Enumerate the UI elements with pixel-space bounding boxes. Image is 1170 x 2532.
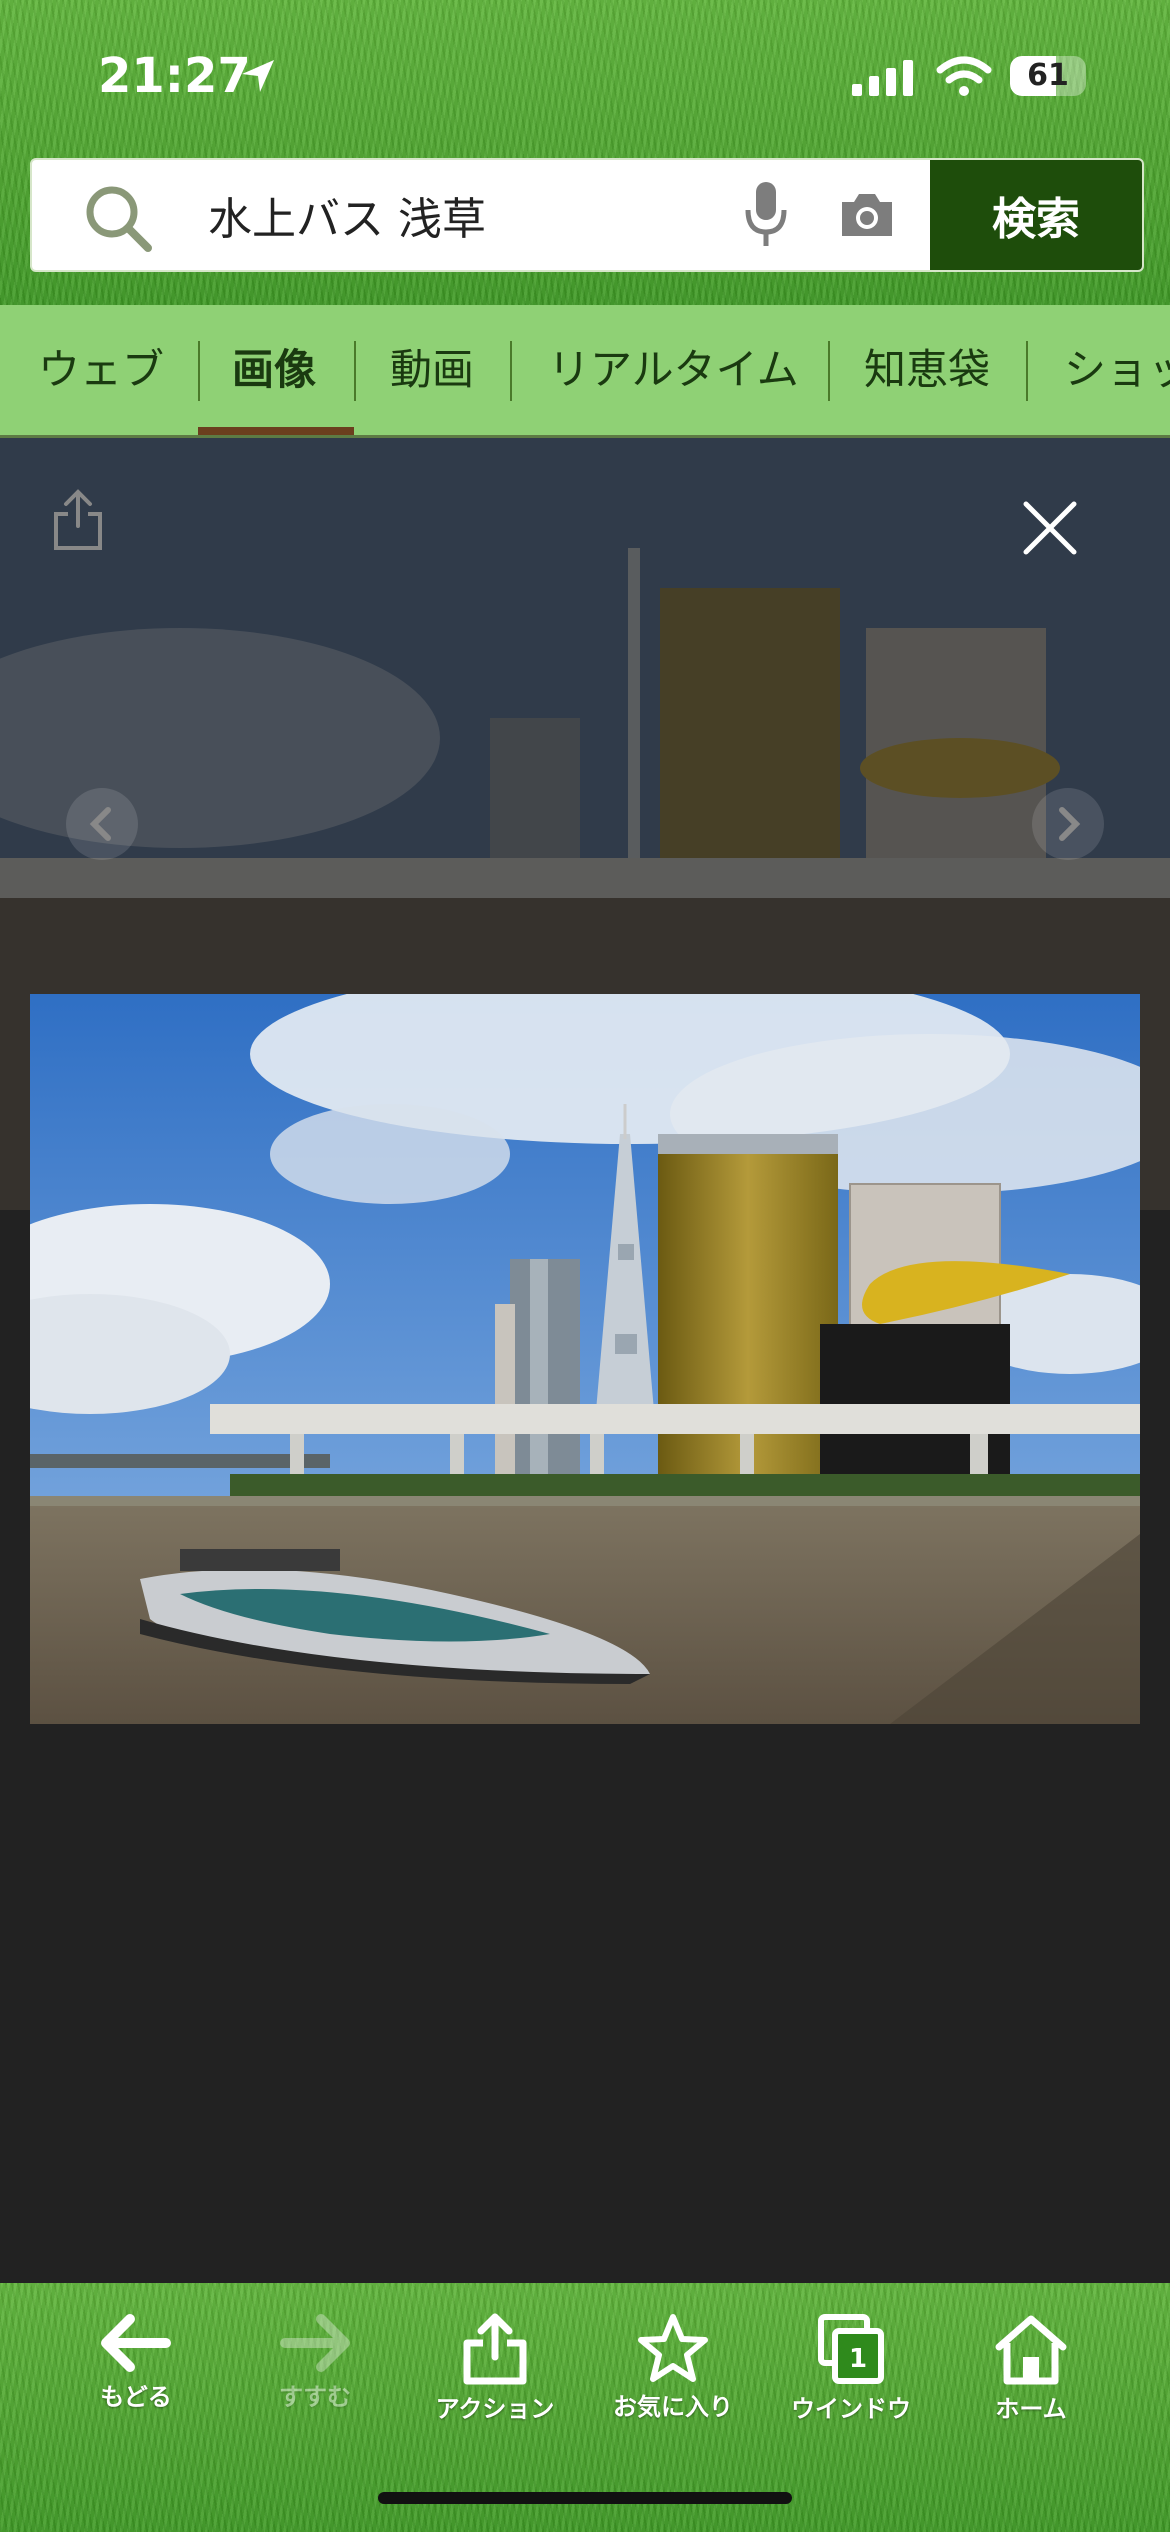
chevron-right-icon[interactable] [1032,788,1104,860]
header: 21:27 61 検索 [0,0,1170,305]
close-icon[interactable] [1010,488,1090,568]
search-type-tabs: ウェブ 画像 動画 リアルタイム 知恵袋 ショッ [0,305,1170,438]
microphone-icon[interactable] [744,180,788,250]
tab-shopping[interactable]: ショッ [1064,305,1170,435]
tab-web[interactable]: ウェブ [38,305,164,435]
back-button[interactable]: もどる [61,2313,211,2412]
favorites-label: お気に入り [613,2393,733,2421]
tab-separator [198,341,200,401]
tab-separator [354,341,356,401]
home-label: ホーム [995,2395,1067,2423]
star-icon [638,2314,708,2382]
tab-separator [510,341,512,401]
back-label: もどる [100,2383,172,2411]
share-icon [463,2313,527,2385]
action-button[interactable]: アクション [420,2313,570,2424]
tab-separator [1026,341,1028,401]
battery-level-text: 61 [1027,58,1069,93]
battery-indicator: 61 [1010,56,1086,96]
tab-images[interactable]: 画像 [232,305,316,435]
search-button[interactable]: 検索 [930,160,1142,270]
forward-button[interactable]: すすむ [240,2313,390,2412]
selected-image[interactable] [30,994,1140,1724]
arrow-right-icon [280,2314,350,2372]
window-button[interactable]: 1 ウインドウ [776,2313,926,2424]
search-input[interactable] [208,160,728,270]
chevron-left-icon[interactable] [66,788,138,860]
window-count: 1 [849,2344,867,2374]
home-icon [995,2315,1067,2385]
signal-icon [852,60,913,96]
search-icon[interactable] [82,182,154,254]
status-time: 21:27 [98,48,251,104]
action-label: アクション [435,2395,555,2423]
camera-icon[interactable] [838,190,896,240]
favorites-button[interactable]: お気に入り [598,2313,748,2422]
search-bar: 検索 [30,158,1144,272]
windows-icon: 1 [818,2314,884,2384]
tab-videos[interactable]: 動画 [390,305,474,435]
home-button[interactable]: ホーム [956,2313,1106,2424]
wifi-icon [936,56,992,96]
home-indicator[interactable] [378,2492,792,2504]
share-icon[interactable] [50,488,106,552]
forward-label: すすむ [279,2383,351,2411]
tab-chiebukuro[interactable]: 知恵袋 [864,305,990,435]
tab-realtime[interactable]: リアルタイム [548,305,799,435]
tab-separator [828,341,830,401]
window-label: ウインドウ [791,2395,911,2423]
active-tab-indicator [198,427,354,435]
arrow-left-icon [101,2314,171,2372]
location-arrow-icon [242,60,274,92]
image-viewer [0,438,1170,2283]
